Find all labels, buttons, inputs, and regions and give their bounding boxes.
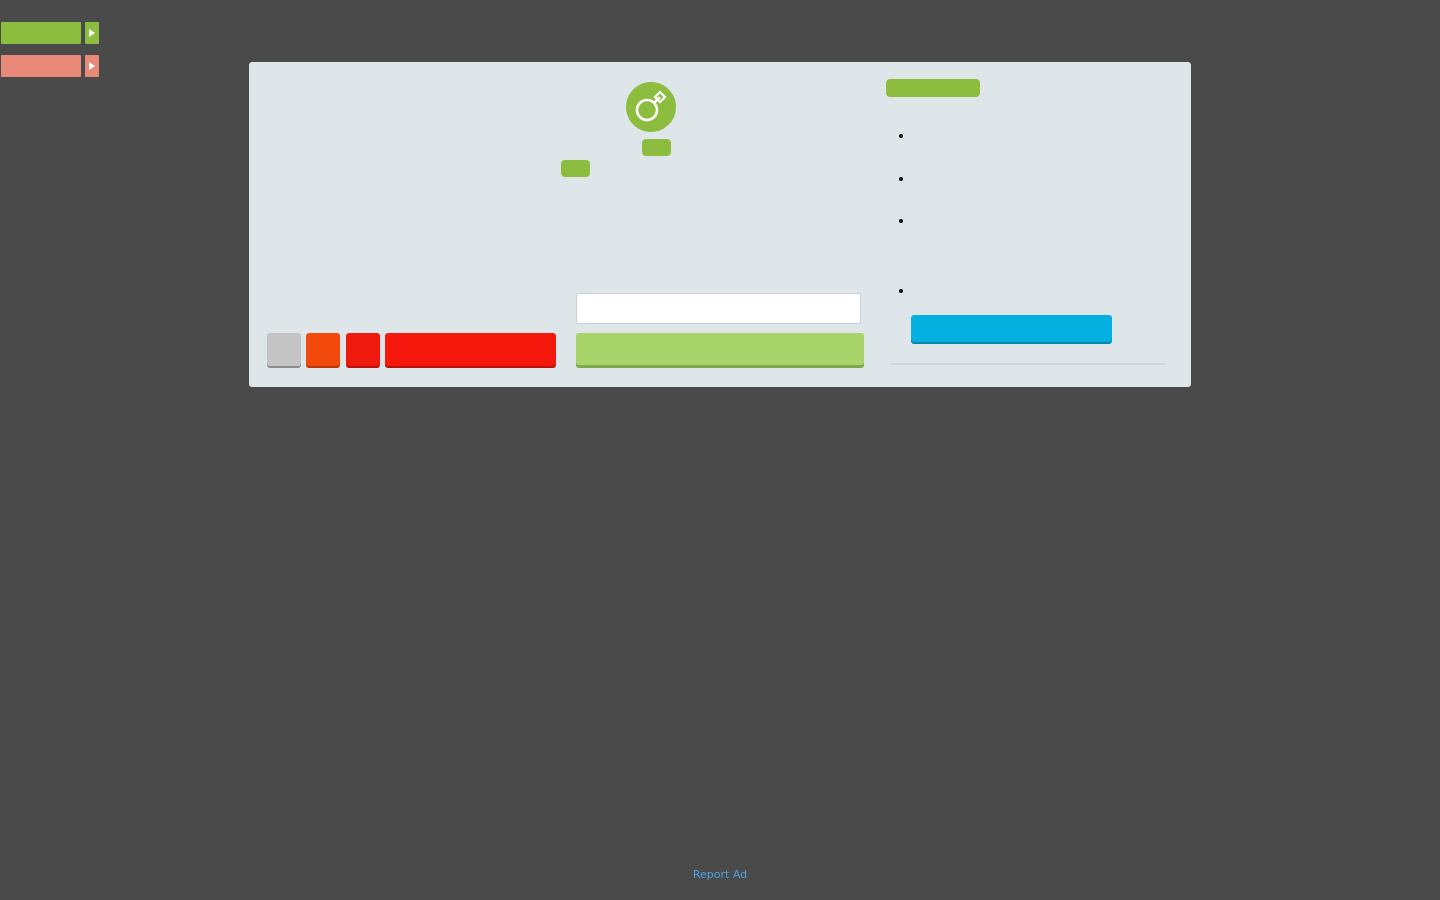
list-item (899, 219, 903, 223)
side-tab-green-arrow-button[interactable] (85, 22, 99, 44)
red-small-button[interactable] (346, 333, 380, 366)
badge-top (642, 139, 671, 156)
list-item (899, 289, 903, 293)
blue-button[interactable] (911, 315, 1112, 342)
green-submit-button[interactable] (576, 333, 864, 365)
side-tab-green[interactable] (1, 22, 81, 44)
list-item (899, 134, 903, 138)
orange-button[interactable] (306, 333, 340, 366)
logo (626, 82, 676, 132)
header-badge (886, 79, 980, 97)
divider (890, 363, 1166, 365)
main-panel (249, 62, 1191, 387)
play-triangle-icon (89, 29, 95, 37)
badge-left (561, 160, 590, 177)
report-ad-link[interactable]: Report Ad (0, 868, 1440, 881)
male-symbol-icon (635, 90, 667, 122)
list-item (899, 177, 903, 181)
text-input[interactable] (576, 293, 861, 324)
side-tab-salmon-arrow-button[interactable] (85, 55, 99, 77)
red-wide-button[interactable] (385, 333, 556, 366)
play-triangle-icon (89, 62, 95, 70)
side-tab-salmon[interactable] (1, 55, 81, 77)
gray-button[interactable] (267, 333, 301, 366)
